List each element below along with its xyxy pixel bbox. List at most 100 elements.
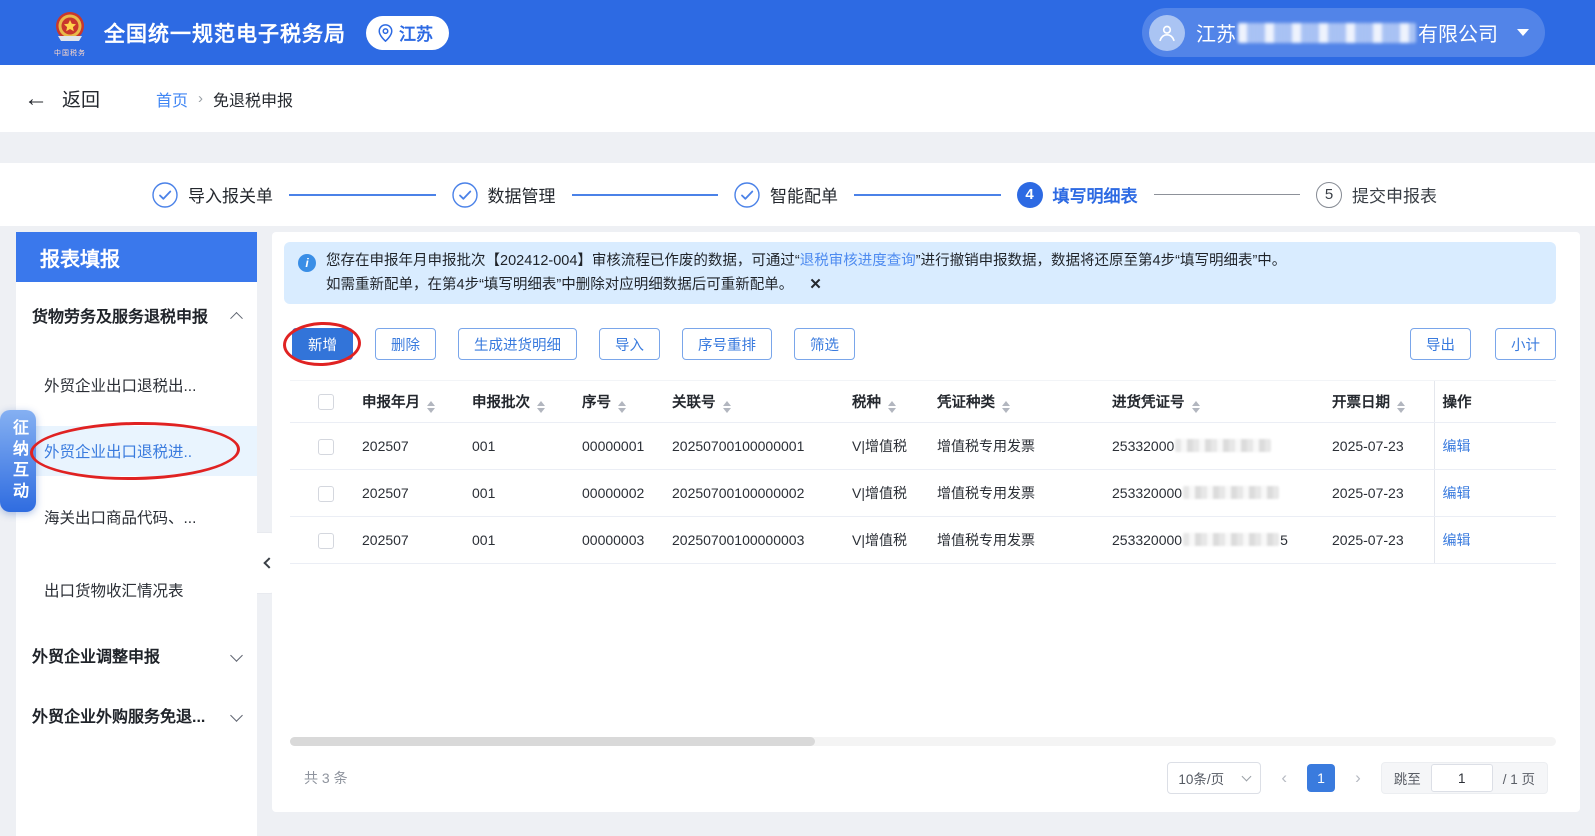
sort-arrows-icon[interactable] bbox=[537, 400, 545, 413]
column-header-seq[interactable]: 序号 bbox=[580, 380, 670, 423]
total-count: 共 3 条 bbox=[304, 770, 348, 786]
page-jump-group: 跳至 / 1 页 bbox=[1380, 762, 1548, 794]
table-header-row: 申报年月 申报批次 序号 关联号 税种 凭证种类 进货凭证号 开票日期 操作 bbox=[290, 380, 1556, 423]
sidebar-group-goods-services-refund[interactable]: 货物劳务及服务退税申报 bbox=[16, 300, 257, 330]
generate-purchase-detail-button[interactable]: 生成进货明细 bbox=[458, 328, 577, 360]
step-4-fill-detail-form[interactable]: 4 填写明细表 bbox=[1016, 181, 1138, 208]
region-label: 江苏 bbox=[399, 25, 433, 44]
add-button[interactable]: 新增 bbox=[292, 328, 353, 360]
sidebar-group-adjustment-declaration[interactable]: 外贸企业调整申报 bbox=[16, 640, 257, 670]
chevron-up-icon bbox=[230, 311, 243, 325]
prev-page-button[interactable]: ‹ bbox=[1277, 768, 1291, 788]
sort-arrows-icon[interactable] bbox=[722, 400, 731, 413]
back-arrow-icon[interactable]: ← bbox=[24, 86, 48, 111]
table-row: 202507 001 00000003 20250700100000003 V|… bbox=[290, 516, 1556, 564]
column-header-date[interactable]: 开票日期 bbox=[1330, 380, 1434, 423]
sidebar-item-export-forex-receipt[interactable]: 出口货物收汇情况表 bbox=[16, 575, 257, 605]
redacted-company-name bbox=[1238, 22, 1416, 43]
user-account-menu[interactable]: 江苏 有限公司 bbox=[1142, 8, 1545, 57]
breadcrumb-separator: › bbox=[198, 90, 204, 107]
page-size-select[interactable]: 10条/页 bbox=[1167, 762, 1262, 794]
sidebar-item-customs-commodity-code[interactable]: 海关出口商品代码、... bbox=[16, 502, 257, 532]
info-icon: i bbox=[298, 254, 316, 272]
app-header: 中国税务 全国统一规范电子税务局 江苏 江苏 有限公司 bbox=[0, 0, 1595, 65]
sidebar-item-export-refund-in[interactable]: 外贸企业出口退税进.. bbox=[16, 426, 257, 476]
next-page-button[interactable]: › bbox=[1351, 768, 1365, 788]
column-header-rel[interactable]: 关联号 bbox=[670, 380, 850, 423]
step-2-data-management[interactable]: 数据管理 bbox=[451, 181, 556, 208]
voucher-no-cell: 25332000 bbox=[1110, 422, 1330, 470]
delete-button[interactable]: 删除 bbox=[375, 328, 436, 360]
location-pin-icon bbox=[378, 23, 393, 42]
column-header-action: 操作 bbox=[1433, 380, 1556, 423]
user-icon bbox=[1159, 25, 1175, 41]
tax-bureau-logo: 中国税务 bbox=[50, 9, 90, 57]
app-title: 全国统一规范电子税务局 bbox=[104, 22, 346, 46]
voucher-no-cell: 253320000 5 bbox=[1110, 516, 1330, 564]
table-footer: 共 3 条 10条/页 ‹ 1 › 跳至 / 1 页 bbox=[304, 756, 1548, 800]
column-header-voucher-type[interactable]: 凭证种类 bbox=[935, 380, 1110, 423]
edit-link[interactable]: 编辑 bbox=[1443, 532, 1471, 548]
horizontal-scrollbar bbox=[290, 737, 1556, 746]
edit-link[interactable]: 编辑 bbox=[1443, 485, 1471, 501]
export-button[interactable]: 导出 bbox=[1410, 328, 1471, 360]
check-circle-icon bbox=[152, 181, 178, 208]
sidebar-group-purchased-services[interactable]: 外贸企业外购服务免退... bbox=[16, 700, 257, 730]
step-3-smart-matching[interactable]: 智能配单 bbox=[734, 181, 838, 208]
redacted-text bbox=[1183, 486, 1280, 499]
emblem-icon bbox=[56, 11, 84, 41]
edit-link[interactable]: 编辑 bbox=[1443, 438, 1471, 454]
table-row: 202507 001 00000001 20250700100000001 V|… bbox=[290, 422, 1556, 470]
close-icon[interactable]: ✕ bbox=[809, 273, 822, 296]
reorder-sequence-button[interactable]: 序号重排 bbox=[682, 328, 772, 360]
breadcrumb-bar: ← 返回 首页 › 免退税申报 bbox=[0, 65, 1595, 132]
check-circle-icon bbox=[734, 181, 760, 208]
chevron-down-icon bbox=[1241, 771, 1252, 782]
back-button[interactable]: 返回 bbox=[62, 85, 100, 112]
sort-arrows-icon[interactable] bbox=[1002, 400, 1010, 413]
sidebar: 报表填报 货物劳务及服务退税申报 外贸企业出口退税出... 外贸企业出口退税进.… bbox=[16, 232, 257, 836]
chevron-down-icon bbox=[1517, 29, 1529, 36]
import-button[interactable]: 导入 bbox=[599, 328, 660, 360]
subtotal-button[interactable]: 小计 bbox=[1495, 328, 1556, 360]
total-pages: / 1 页 bbox=[1502, 772, 1535, 787]
refund-audit-progress-link[interactable]: 退税审核进度查询 bbox=[800, 253, 916, 269]
page-jump-input[interactable] bbox=[1430, 764, 1493, 792]
avatar bbox=[1149, 14, 1185, 51]
column-header-batch[interactable]: 申报批次 bbox=[470, 380, 580, 423]
banner-line-2: 如需重新配单，在第4步“填写明细表”中删除对应明细数据后可重新配单。 ✕ bbox=[326, 273, 1286, 297]
tax-interaction-floating-tab[interactable]: 征纳互动 bbox=[0, 410, 36, 512]
table-toolbar: 新增 删除 生成进货明细 导入 序号重排 筛选 导出 小计 bbox=[292, 328, 1556, 360]
banner-line-1: 您存在申报年月申报批次【202412-004】审核流程已作废的数据，可通过“退税… bbox=[326, 253, 1287, 269]
breadcrumb-home[interactable]: 首页 bbox=[156, 87, 188, 111]
info-banner: i 您存在申报年月申报批次【202412-004】审核流程已作废的数据，可通过“… bbox=[284, 242, 1556, 304]
chevron-down-icon bbox=[230, 648, 243, 662]
toolbar-right-group: 导出 小计 bbox=[1410, 328, 1556, 360]
select-all-checkbox[interactable] bbox=[318, 393, 334, 410]
sort-arrows-icon[interactable] bbox=[1397, 400, 1405, 413]
row-checkbox[interactable] bbox=[318, 532, 334, 549]
region-selector[interactable]: 江苏 bbox=[366, 15, 449, 50]
sort-arrows-icon[interactable] bbox=[888, 400, 896, 413]
step-5-submit-declaration[interactable]: 5 提交申报表 bbox=[1316, 181, 1437, 208]
filter-button[interactable]: 筛选 bbox=[794, 328, 855, 360]
column-header-tax[interactable]: 税种 bbox=[850, 380, 935, 423]
wizard-steps: 导入报关单 数据管理 智能配单 4 填写明细表 5 提交申报表 bbox=[0, 163, 1595, 226]
sort-arrows-icon[interactable] bbox=[1191, 400, 1200, 413]
voucher-no-cell: 253320000 bbox=[1110, 469, 1330, 517]
column-header-voucher-no[interactable]: 进货凭证号 bbox=[1110, 380, 1330, 423]
sort-arrows-icon[interactable] bbox=[427, 400, 435, 413]
jump-label: 跳至 bbox=[1393, 772, 1421, 787]
step-1-import-declaration[interactable]: 导入报关单 bbox=[152, 181, 273, 208]
row-checkbox[interactable] bbox=[318, 485, 334, 502]
sidebar-item-export-refund-out[interactable]: 外贸企业出口退税出... bbox=[16, 370, 257, 400]
current-page-button[interactable]: 1 bbox=[1307, 764, 1336, 792]
row-checkbox[interactable] bbox=[318, 438, 334, 455]
column-header-period[interactable]: 申报年月 bbox=[360, 380, 470, 423]
check-circle-icon bbox=[451, 181, 478, 208]
step-connector bbox=[289, 193, 436, 196]
main-content-card: i 您存在申报年月申报批次【202412-004】审核流程已作废的数据，可通过“… bbox=[272, 232, 1580, 812]
horizontal-scrollbar-thumb[interactable] bbox=[290, 737, 815, 746]
sort-arrows-icon[interactable] bbox=[618, 400, 626, 413]
step-connector bbox=[854, 193, 1001, 196]
